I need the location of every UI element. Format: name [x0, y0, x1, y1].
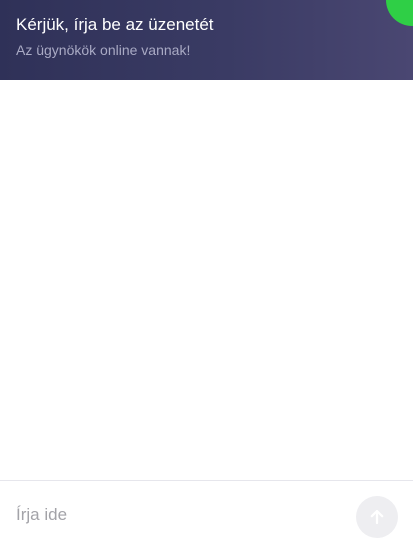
agents-online-status: Az ügynökök online vannak! — [16, 42, 191, 58]
arrow-up-icon — [368, 508, 386, 526]
message-list — [0, 80, 413, 480]
online-status-indicator — [386, 0, 413, 26]
message-composer — [0, 480, 413, 549]
chat-header: Kérjük, írja be az üzenetét Az ügynökök … — [0, 0, 413, 80]
send-button[interactable] — [356, 496, 398, 538]
chat-widget: Kérjük, írja be az üzenetét Az ügynökök … — [0, 0, 413, 549]
header-title: Kérjük, írja be az üzenetét — [16, 15, 214, 34]
message-input[interactable] — [16, 503, 336, 527]
